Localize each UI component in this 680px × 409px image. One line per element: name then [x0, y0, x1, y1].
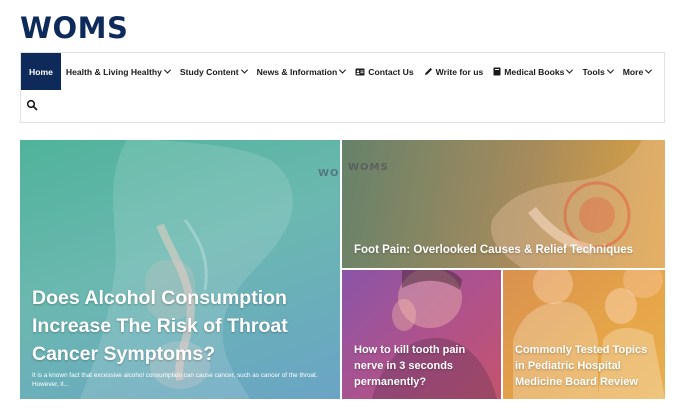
nav-item-more[interactable]: More [618, 53, 657, 90]
featured-posts-grid: WOMS Does Alcohol Consumption Increase T… [20, 140, 665, 399]
watermark-logo: WOMS [348, 162, 389, 173]
pen-icon [424, 68, 432, 75]
nav-item-label: Medical Books [504, 66, 565, 77]
nav-item-label: Write for us [435, 66, 484, 77]
site-logo[interactable]: WOMS [20, 11, 128, 45]
nav-item-label: Health & Living Healthy [65, 66, 162, 77]
chevron-down-icon [645, 66, 653, 74]
nav-item-home[interactable]: Home [21, 53, 61, 90]
chevron-down-icon [566, 66, 574, 74]
nav-item-label: News & Information [256, 66, 338, 77]
post-card-pediatric[interactable]: Commonly Tested Topics in Pediatric Hosp… [503, 270, 665, 399]
chevron-down-icon [606, 66, 614, 74]
nav-item-tools[interactable]: Tools [577, 53, 617, 90]
contact-card-icon [355, 68, 365, 75]
chevron-down-icon [240, 66, 248, 74]
nav-item-label: Study Content [179, 66, 239, 77]
nav-item-write-for-us[interactable]: Write for us [419, 53, 489, 90]
nav-item-news-information[interactable]: News & Information [252, 53, 351, 90]
chevron-down-icon [163, 66, 171, 74]
nav-item-health-living[interactable]: Health & Living Healthy [61, 53, 175, 90]
nav-item-label: Contact Us [368, 66, 414, 77]
nav-item-study-content[interactable]: Study Content [175, 53, 252, 90]
search-icon[interactable] [26, 99, 38, 111]
main-navigation: Home Health & Living Healthy Study Conte… [20, 52, 665, 123]
watermark-logo: WOMS [318, 168, 340, 179]
post-card-foot-pain[interactable]: WOMS Foot Pain: Overlooked Causes & Reli… [342, 140, 665, 268]
chevron-down-icon [339, 66, 347, 74]
nav-item-label: More [622, 66, 644, 77]
post-card-tooth-pain[interactable]: How to kill tooth pain nerve in 3 second… [342, 270, 501, 399]
featured-post-card[interactable]: WOMS Does Alcohol Consumption Increase T… [20, 140, 340, 399]
nav-item-label: Home [29, 66, 53, 77]
post-title[interactable]: Foot Pain: Overlooked Causes & Relief Te… [354, 244, 633, 256]
post-title[interactable]: How to kill tooth pain nerve in 3 second… [354, 342, 494, 390]
post-title[interactable]: Commonly Tested Topics in Pediatric Hosp… [515, 342, 660, 390]
featured-post-excerpt: It is a known fact that excessive alcoho… [32, 372, 318, 388]
nav-item-medical-books[interactable]: Medical Books [488, 53, 577, 90]
nav-item-label: Tools [582, 66, 605, 77]
featured-post-title[interactable]: Does Alcohol Consumption Increase The Ri… [32, 284, 322, 368]
book-icon [493, 67, 501, 76]
nav-item-contact-us[interactable]: Contact Us [350, 53, 418, 90]
